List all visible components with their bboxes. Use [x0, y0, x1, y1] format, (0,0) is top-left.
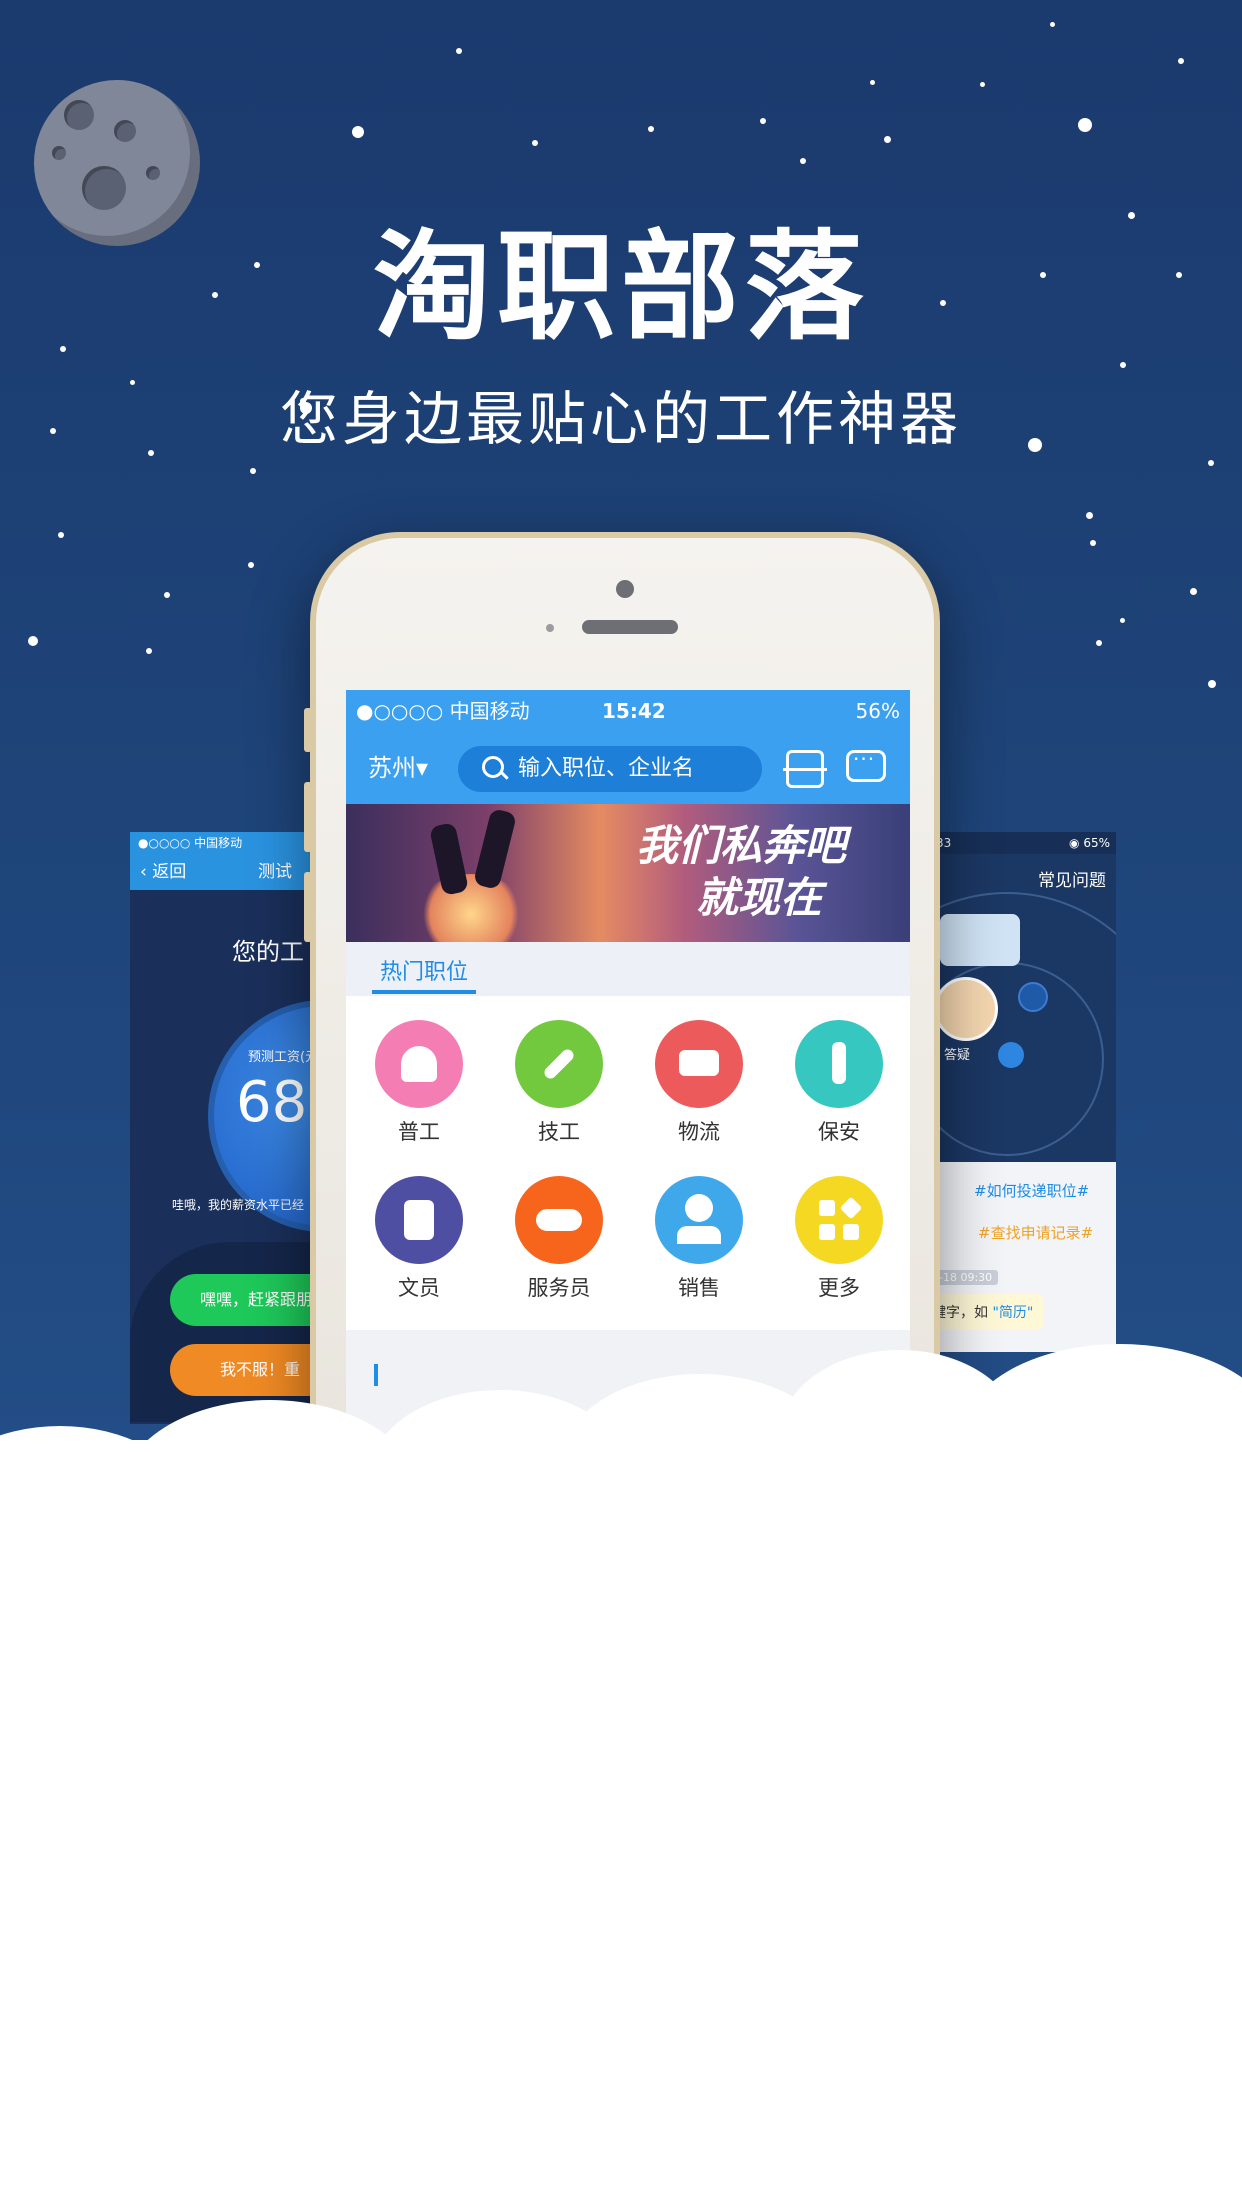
city-selector[interactable]: 苏州▾ [368, 748, 428, 788]
person-icon [655, 1176, 743, 1264]
top-nav: 苏州▾ 输入职位、企业名 [346, 732, 910, 804]
faq-screen: :33 ◉ 65% 常见问题 答疑 #如何投递职位# #查找申请记录# 0-18… [920, 832, 1116, 1352]
status-bar: :33 ◉ 65% [920, 832, 1116, 854]
earpiece-speaker [582, 620, 678, 634]
volume-down-button [304, 872, 312, 942]
nav-bar: ‹ 返回 测试 [130, 854, 330, 890]
scan-icon[interactable] [783, 750, 827, 788]
quick-question-link[interactable]: #如何投递职位# [974, 1180, 1089, 1201]
silhouette-figure [472, 808, 518, 890]
chat-message: 键字，如 "简历" [922, 1294, 1044, 1330]
page-title: 测试 [258, 862, 292, 882]
message-icon[interactable] [846, 747, 886, 782]
category-sales[interactable]: 销售 [634, 1176, 764, 1302]
back-button[interactable]: ‹ 返回 [140, 854, 186, 890]
category-waiter[interactable]: 服务员 [494, 1176, 624, 1302]
avatar-label: 答疑 [944, 1048, 971, 1063]
service-icon [515, 1176, 603, 1264]
section-header: 热门职位 [346, 942, 910, 996]
category-clerk[interactable]: 文员 [354, 1176, 484, 1302]
job-category-grid: 普工 技工 物流 保安 文员 服务员 销售 更多 [346, 996, 910, 1330]
speech-bubble [940, 914, 1020, 966]
mute-switch [304, 708, 312, 752]
assistant-avatar [934, 977, 998, 1041]
boxes-icon [375, 1020, 463, 1108]
search-placeholder: 输入职位、企业名 [518, 756, 695, 781]
orbit-node-icon [998, 1042, 1024, 1068]
category-more[interactable]: 更多 [774, 1176, 904, 1302]
salary-note: 哇哦，我的薪资水平已经 [172, 1198, 305, 1212]
document-icon [375, 1176, 463, 1264]
status-bar: ●○○○○ 中国移动 15:42 56% [346, 690, 910, 732]
quick-question-link[interactable]: #查找申请记录# [978, 1222, 1093, 1243]
moon-illustration [34, 80, 200, 246]
question-text: 您的工 [232, 938, 304, 966]
tab-hot-jobs[interactable]: 热门职位 [380, 954, 468, 986]
tie-icon [795, 1020, 883, 1108]
promo-banner[interactable]: 我们私奔吧 就现在 [346, 804, 910, 942]
volume-up-button [304, 782, 312, 852]
banner-subheadline: 就现在 [696, 873, 823, 922]
salary-label: 预测工资(元 [248, 1050, 319, 1065]
carrier-label: ●○○○○ 中国移动 [356, 699, 530, 723]
wrench-icon [515, 1020, 603, 1108]
app-tagline: 您身边最贴心的工作神器 [279, 385, 962, 453]
page-title: 常见问题 [1038, 871, 1106, 891]
grid-icon [795, 1176, 883, 1264]
search-icon [482, 756, 504, 778]
category-security[interactable]: 保安 [774, 1020, 904, 1146]
category-technician[interactable]: 技工 [494, 1020, 624, 1146]
app-title: 淘职部落 [372, 218, 869, 356]
share-button[interactable]: 嘿嘿，赶紧跟朋 [170, 1274, 330, 1326]
category-general-worker[interactable]: 普工 [354, 1020, 484, 1146]
sunset-glow [416, 874, 526, 942]
truck-icon [655, 1020, 743, 1108]
front-camera [616, 580, 634, 598]
category-logistics[interactable]: 物流 [634, 1020, 764, 1146]
cloud-footer [0, 1330, 1242, 2208]
battery-level: 56% [855, 699, 900, 723]
proximity-sensor [546, 624, 554, 632]
clock: 15:42 [602, 699, 666, 723]
orbit-node-icon [1018, 982, 1048, 1012]
search-input[interactable]: 输入职位、企业名 [458, 746, 762, 792]
tab-underline [372, 990, 476, 994]
status-bar: ●○○○○ 中国移动 [130, 832, 330, 854]
